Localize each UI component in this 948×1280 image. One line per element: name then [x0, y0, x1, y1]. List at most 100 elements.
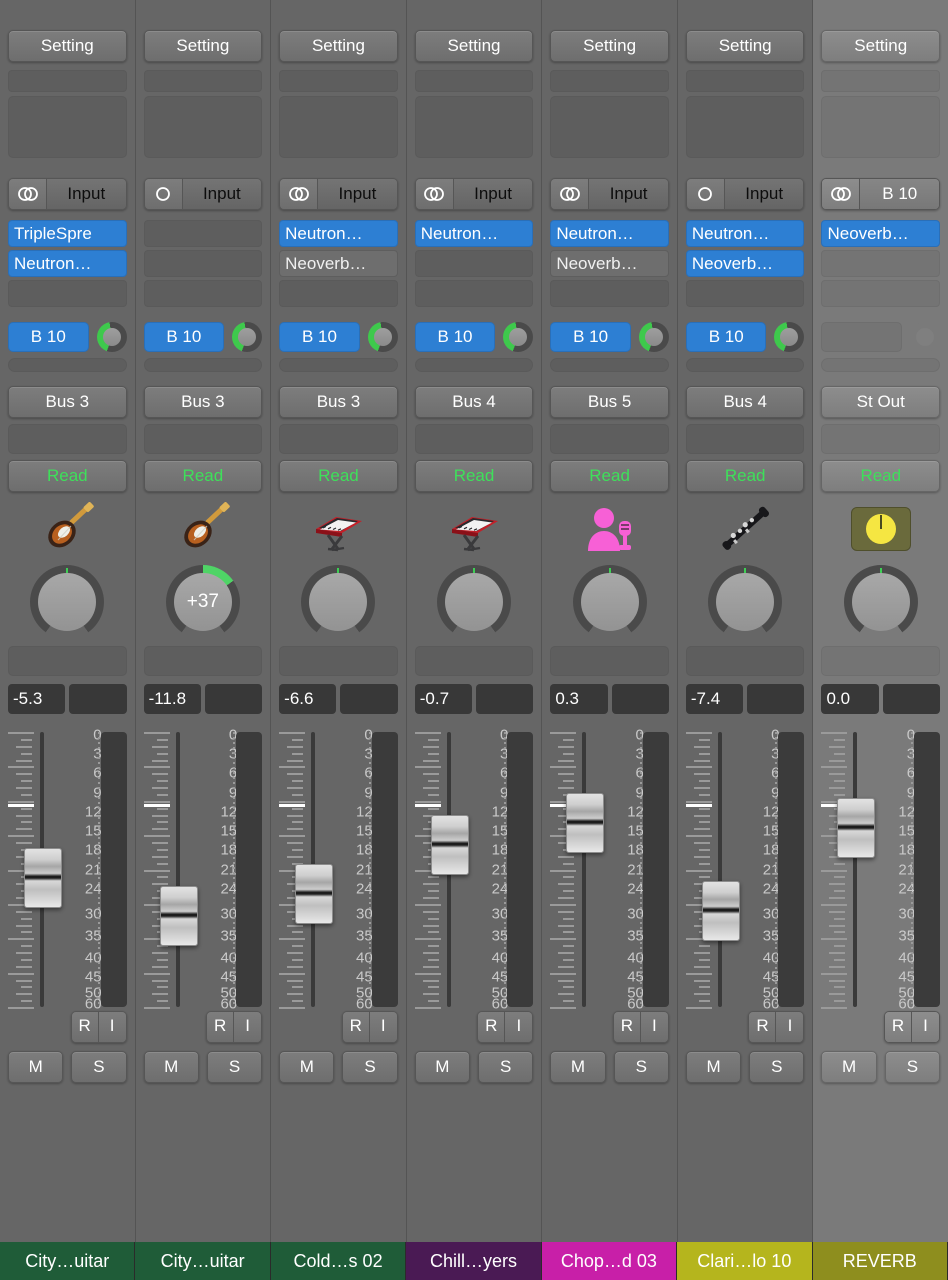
send-level-knob[interactable] [638, 322, 669, 352]
send-destination-button[interactable]: B 10 [414, 322, 496, 352]
setting-button[interactable]: Setting [685, 30, 805, 62]
automation-mode-button[interactable]: Read [414, 460, 534, 492]
eq-curve-strip[interactable] [8, 70, 127, 92]
channel-blank-slot[interactable] [550, 424, 669, 454]
automation-mode-button[interactable]: Read [550, 460, 669, 492]
monitor-button[interactable]: I [234, 1012, 262, 1042]
insert-slot-3[interactable] [821, 280, 941, 307]
insert-slot-1[interactable]: Neutron… [685, 220, 805, 247]
insert-slot-2[interactable]: Neoverb… [685, 250, 805, 277]
output-routing-button[interactable]: St Out [821, 386, 941, 418]
record-enable-button[interactable]: R [613, 1012, 641, 1042]
insert-slot-1[interactable]: Neutron… [550, 220, 669, 247]
monitor-button[interactable]: I [369, 1012, 397, 1042]
solo-button[interactable]: S [613, 1051, 669, 1083]
output-routing-button[interactable]: Bus 3 [279, 386, 398, 418]
mute-button[interactable]: M [279, 1051, 335, 1083]
pan-blank-slot[interactable] [414, 646, 534, 676]
output-routing-button[interactable]: Bus 4 [414, 386, 534, 418]
record-enable-button[interactable]: R [71, 1012, 99, 1042]
channel-blank-slot[interactable] [414, 424, 534, 454]
pan-blank-slot[interactable] [550, 646, 669, 676]
send-level-knob[interactable] [910, 322, 941, 352]
solo-button[interactable]: S [206, 1051, 263, 1083]
pan-blank-slot[interactable] [279, 646, 398, 676]
pan-knob[interactable] [708, 565, 783, 639]
send-slot-2[interactable] [414, 358, 534, 372]
volume-fader[interactable] [143, 732, 208, 1009]
automation-mode-button[interactable]: Read [279, 460, 398, 492]
insert-slot-2[interactable] [414, 250, 534, 277]
eq-display[interactable] [8, 96, 127, 158]
send-slot-2[interactable] [685, 358, 805, 372]
input-routing[interactable]: Input [279, 178, 398, 210]
solo-button[interactable]: S [342, 1051, 398, 1083]
eq-curve-strip[interactable] [685, 70, 805, 92]
send-destination-button[interactable]: B 10 [143, 322, 225, 352]
insert-slot-3[interactable] [279, 280, 398, 307]
track-name-label[interactable]: Clari…lo 10 [677, 1242, 813, 1280]
record-enable-button[interactable]: R [207, 1012, 235, 1042]
eq-curve-strip[interactable] [550, 70, 669, 92]
insert-slot-2[interactable] [821, 250, 941, 277]
volume-fader[interactable] [685, 732, 750, 1009]
fader-handle[interactable] [837, 798, 876, 858]
send-slot-2[interactable] [550, 358, 669, 372]
monitor-button[interactable]: I [505, 1012, 533, 1042]
send-slot-2[interactable] [821, 358, 941, 372]
secondary-value[interactable]: . [69, 684, 127, 714]
insert-slot-2[interactable]: Neoverb… [279, 250, 398, 277]
pan-knob[interactable] [301, 565, 376, 639]
eq-display[interactable] [414, 96, 534, 158]
send-destination-button[interactable]: B 10 [550, 322, 631, 352]
fader-handle[interactable] [566, 792, 605, 853]
send-slot-2[interactable] [279, 358, 398, 372]
eq-display[interactable] [279, 96, 398, 158]
fader-handle[interactable] [159, 886, 198, 946]
record-enable-button[interactable]: R [342, 1012, 370, 1042]
mute-button[interactable]: M [414, 1051, 471, 1083]
secondary-value[interactable]: . [611, 684, 669, 714]
send-level-knob[interactable] [232, 322, 263, 352]
input-routing[interactable]: Input [8, 178, 127, 210]
insert-slot-2[interactable]: Neoverb… [550, 250, 669, 277]
monitor-button[interactable]: I [776, 1012, 804, 1042]
channel-blank-slot[interactable] [821, 424, 941, 454]
volume-fader[interactable] [550, 732, 614, 1009]
pan-knob[interactable] [843, 565, 918, 639]
secondary-value[interactable]: . [340, 684, 398, 714]
send-slot-2[interactable] [143, 358, 263, 372]
mute-button[interactable]: M [8, 1051, 64, 1083]
track-name-label[interactable]: REVERB [812, 1242, 948, 1280]
automation-mode-button[interactable]: Read [8, 460, 127, 492]
volume-fader[interactable] [279, 732, 343, 1009]
pan-blank-slot[interactable] [143, 646, 263, 676]
send-destination-button[interactable]: B 10 [279, 322, 360, 352]
pan-knob[interactable] [30, 565, 105, 639]
fader-value[interactable]: -0.7 [414, 684, 473, 714]
pan-knob[interactable] [437, 565, 512, 639]
mute-button[interactable]: M [685, 1051, 742, 1083]
fader-value[interactable]: -6.6 [279, 684, 337, 714]
input-routing[interactable]: Input [550, 178, 669, 210]
channel-blank-slot[interactable] [279, 424, 398, 454]
fader-value[interactable]: 0.0 [821, 684, 879, 714]
fader-value[interactable]: -5.3 [8, 684, 66, 714]
setting-button[interactable]: Setting [414, 30, 534, 62]
setting-button[interactable]: Setting [279, 30, 398, 62]
send-slot-2[interactable] [8, 358, 127, 372]
insert-slot-3[interactable] [550, 280, 669, 307]
fader-value[interactable]: -11.8 [143, 684, 201, 714]
send-level-knob[interactable] [503, 322, 534, 352]
eq-display[interactable] [685, 96, 805, 158]
track-name-label[interactable]: Chop…d 03 [541, 1242, 678, 1280]
record-enable-button[interactable]: R [885, 1012, 913, 1042]
setting-button[interactable]: Setting [821, 30, 941, 62]
automation-mode-button[interactable]: Read [143, 460, 263, 492]
send-level-knob[interactable] [367, 322, 398, 352]
input-routing[interactable]: B 10 [821, 178, 941, 210]
pan-blank-slot[interactable] [8, 646, 127, 676]
input-routing[interactable]: Input [414, 178, 534, 210]
monitor-button[interactable]: I [640, 1012, 668, 1042]
monitor-button[interactable]: I [98, 1012, 126, 1042]
